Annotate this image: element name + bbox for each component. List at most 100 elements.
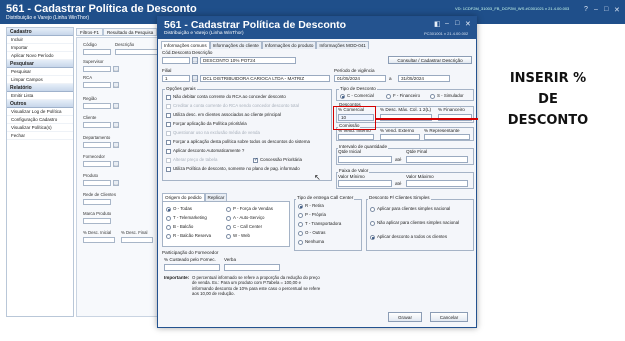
checkbox-icon[interactable] — [166, 130, 171, 136]
filter-rede-input[interactable] — [83, 199, 111, 205]
checkbox-icon[interactable] — [166, 139, 171, 145]
sidebar-section-outros[interactable]: Outros — [7, 100, 73, 108]
filial-lookup-button[interactable]: … — [192, 75, 198, 82]
dialog-restore-icon[interactable]: ◧ — [434, 20, 441, 28]
origem-auto-servico-radio[interactable]: A - Auto-Serviço — [226, 215, 264, 221]
origem-balcao-radio[interactable]: B - Balcão — [166, 224, 193, 230]
sidebar-section-relatorio[interactable]: Relatório — [7, 84, 73, 92]
opt-clientes-associados[interactable]: Utiliza desc. em clientes associados ao … — [166, 112, 281, 118]
sidebar-section-cadastro[interactable]: Cadastro — [7, 28, 73, 36]
sidebar-item-importar[interactable]: Importar — [7, 44, 73, 52]
filter-desc-final-input[interactable] — [121, 237, 153, 243]
origem-telemarketing-radio[interactable]: T - Telemarketing — [166, 215, 207, 221]
radio-icon[interactable] — [298, 221, 303, 227]
valor-maximo-input[interactable] — [406, 180, 468, 187]
radio-icon[interactable] — [298, 239, 303, 245]
cancelar-button[interactable]: Cancelar — [430, 312, 468, 322]
radio-icon[interactable] — [430, 93, 435, 99]
comissao-vend-externo-input[interactable] — [380, 134, 420, 140]
checkbox-icon[interactable] — [166, 103, 171, 109]
clientes-todos-radio[interactable]: Aplicar desconto a todos os clientes — [370, 234, 447, 240]
sidebar-item-fechar[interactable]: Fechar — [7, 132, 73, 140]
filter-rca-input[interactable] — [83, 82, 111, 88]
filter-rca-lookup[interactable]: … — [113, 82, 119, 88]
filter-produto-lookup[interactable]: … — [113, 180, 119, 186]
entrega-propria-radio[interactable]: P - Própria — [298, 212, 326, 218]
filial-code-input[interactable]: 1 — [162, 75, 190, 82]
filter-departamento-lookup[interactable]: … — [113, 142, 119, 148]
opt-alterar-preco[interactable]: Alterar preço de tabela — [166, 157, 217, 163]
participacao-input[interactable] — [164, 264, 220, 271]
tab-informacoes-produto[interactable]: Informações do produto — [261, 41, 317, 49]
maximize-button[interactable]: □ — [604, 6, 608, 13]
checkbox-icon[interactable] — [166, 166, 171, 172]
radio-selected-icon[interactable] — [298, 203, 303, 209]
filter-supervisor-input[interactable] — [83, 66, 111, 72]
tab-resultado[interactable]: Resultado da Pesquisa — [103, 28, 158, 36]
radio-icon[interactable] — [370, 206, 375, 212]
checkbox-icon[interactable] — [166, 148, 171, 154]
filter-fornecedor-input[interactable] — [83, 161, 111, 167]
entrega-transportadora-radio[interactable]: T - Transportadora — [298, 221, 341, 227]
radio-icon[interactable] — [166, 233, 171, 239]
tab-informacoes-comuns[interactable]: Informações comuns — [161, 41, 210, 49]
entrega-retira-radio[interactable]: R - Retira — [298, 203, 324, 209]
periodo-inicio-input[interactable]: 01/05/2024 — [334, 75, 386, 82]
qtde-inicial-input[interactable] — [338, 156, 392, 163]
origem-web-radio[interactable]: W - Web — [226, 233, 250, 239]
radio-icon[interactable] — [166, 224, 171, 230]
dialog-minimize-button[interactable]: – — [445, 20, 449, 27]
qtde-final-input[interactable] — [406, 156, 468, 163]
valor-minimo-input[interactable] — [338, 180, 392, 187]
sidebar-item-visualizar-politicas[interactable]: Visualizar Política(s) — [7, 124, 73, 132]
checkbox-icon[interactable] — [166, 112, 171, 118]
radio-icon[interactable] — [386, 93, 391, 99]
tipo-financeiro-radio[interactable]: F - Financeiro — [386, 93, 420, 99]
filter-desc-inicial-input[interactable] — [83, 237, 115, 243]
sidebar-item-config-cadastro[interactable]: Configuração Cadastro — [7, 116, 73, 124]
filter-regiao-lookup[interactable]: … — [113, 103, 119, 109]
origem-forca-vendas-radio[interactable]: P - Força de Vendas — [226, 206, 273, 212]
filter-produto-input[interactable] — [83, 180, 111, 186]
descricao-lookup-button[interactable]: … — [192, 57, 198, 64]
opt-nao-debitar[interactable]: Não debitar conta corrente do RCA ao con… — [166, 94, 286, 100]
tab-informacoes-mod041[interactable]: Informações MOD-041 — [316, 41, 369, 49]
filter-cliente-input[interactable] — [83, 122, 111, 128]
origem-call-center-radio[interactable]: C - Call Center — [226, 224, 262, 230]
sidebar-item-limpar[interactable]: Limpar Campos — [7, 76, 73, 84]
tab-informacoes-cliente[interactable]: Informações do cliente — [209, 41, 262, 49]
close-button[interactable]: ✕ — [614, 6, 620, 14]
radio-icon[interactable] — [226, 206, 231, 212]
radio-selected-icon[interactable] — [370, 234, 375, 240]
filter-regiao-input[interactable] — [83, 103, 111, 109]
help-button[interactable]: ? — [584, 6, 588, 13]
radio-icon[interactable] — [298, 230, 303, 236]
filter-departamento-input[interactable] — [83, 142, 111, 148]
tipo-comercial-radio[interactable]: C - Comercial — [340, 93, 374, 99]
checkbox-icon[interactable] — [166, 157, 171, 163]
sidebar-item-aplicar-periodo[interactable]: Aplicar Novo Período — [7, 52, 73, 60]
sidebar-item-pesquisar[interactable]: Pesquisar — [7, 68, 73, 76]
checkbox-icon[interactable] — [166, 121, 171, 127]
minimize-button[interactable]: – — [594, 6, 598, 13]
opt-aplicar-auto[interactable]: Aplicar desconto Automaticamente ? — [166, 148, 244, 154]
comissao-representante-input[interactable] — [424, 134, 470, 140]
filter-fornecedor-lookup[interactable]: … — [113, 161, 119, 167]
cod-desconto-input[interactable] — [162, 57, 190, 64]
radio-icon[interactable] — [166, 215, 171, 221]
radio-selected-icon[interactable] — [340, 93, 345, 99]
sidebar-item-emitir-lista[interactable]: Emitir Lista — [7, 92, 73, 100]
dialog-maximize-button[interactable]: □ — [455, 20, 459, 27]
checkbox-icon[interactable] — [166, 94, 171, 100]
radio-icon[interactable] — [370, 220, 375, 226]
sidebar-section-pesquisar[interactable]: Pesquisar — [7, 60, 73, 68]
tab-filtros[interactable]: Filtros-F1 — [76, 28, 103, 36]
origem-balcao-reserva-radio[interactable]: R - Balcão Reserva — [166, 233, 211, 239]
verba-input[interactable] — [224, 264, 280, 271]
tab-replicar[interactable]: Replicar — [204, 193, 228, 201]
opt-plano-pagamento[interactable]: Utiliza Política de desconto, somente no… — [166, 166, 300, 172]
filter-supervisor-lookup[interactable]: … — [113, 66, 119, 72]
dialog-close-button[interactable]: ✕ — [465, 20, 471, 28]
filter-marca-input[interactable] — [83, 218, 111, 224]
filter-cliente-lookup[interactable]: … — [113, 122, 119, 128]
